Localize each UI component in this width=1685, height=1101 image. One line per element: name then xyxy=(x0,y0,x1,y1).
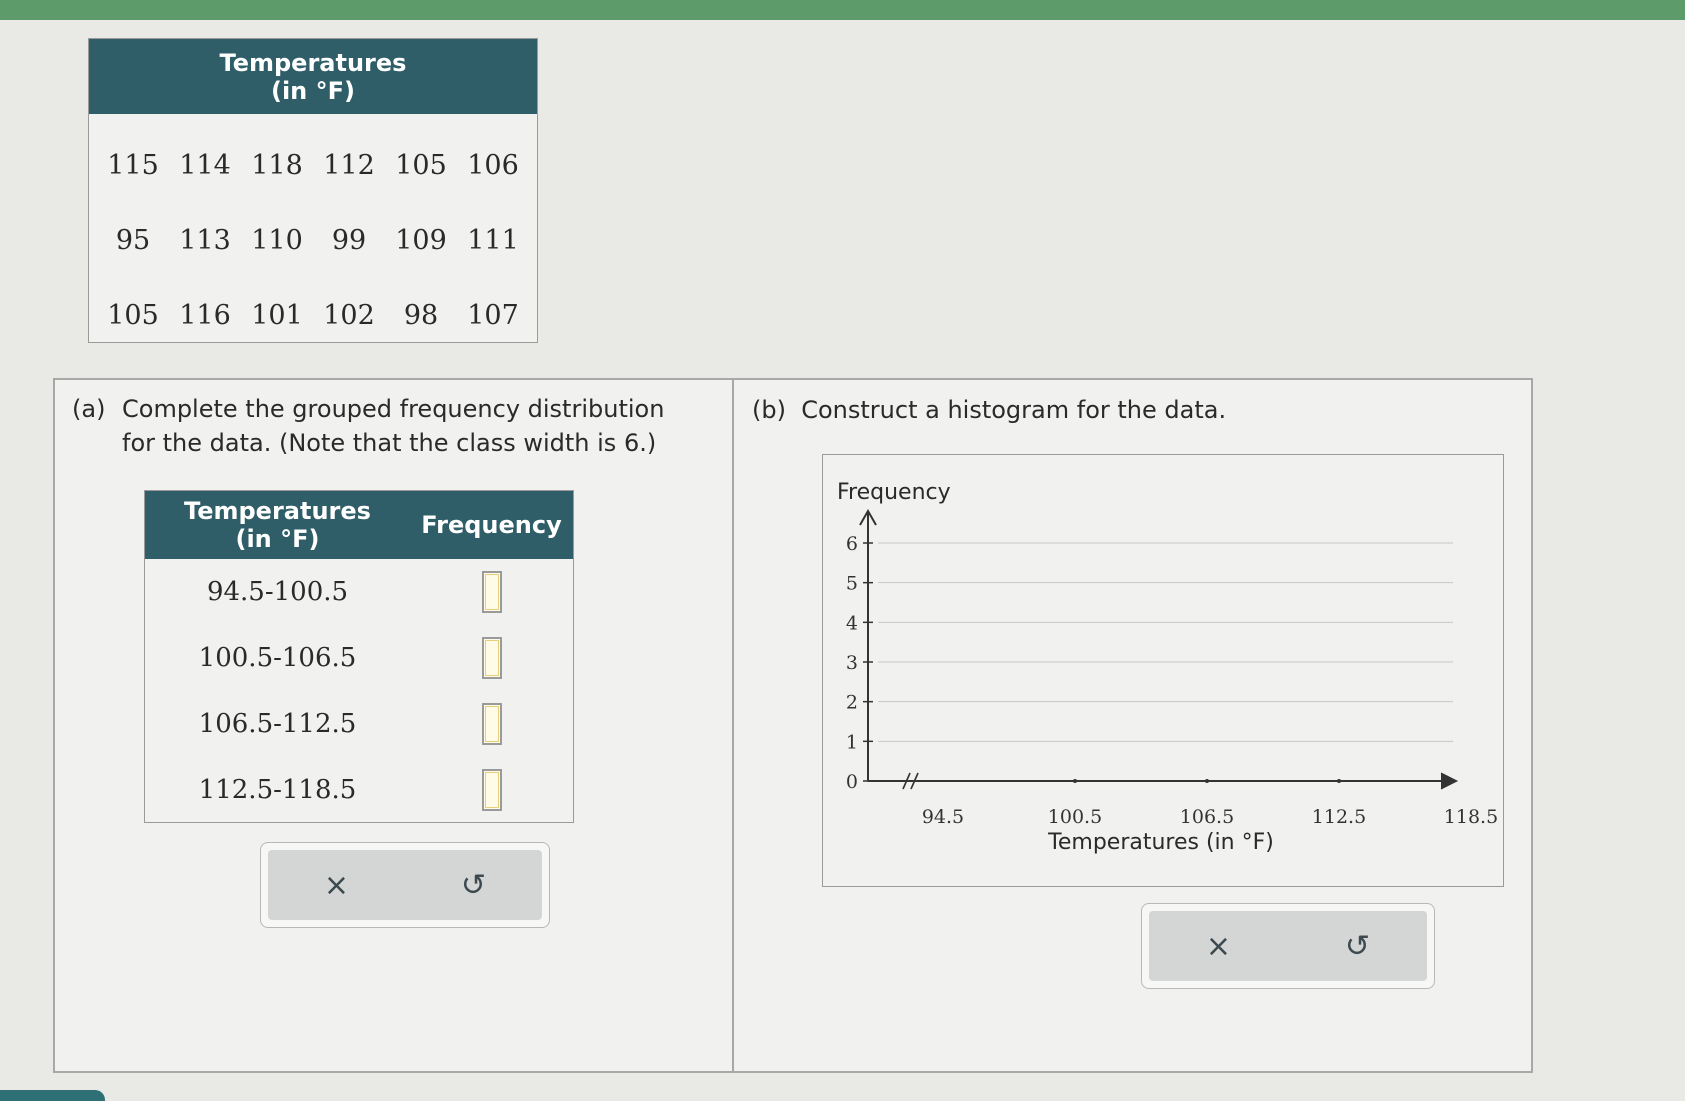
x-tick-dot xyxy=(1073,779,1077,783)
data-cell: 118 xyxy=(251,150,303,181)
x-tick-label: 100.5 xyxy=(1048,806,1102,828)
x-tick-dot xyxy=(1337,779,1341,783)
x-tick-dot xyxy=(1205,779,1209,783)
table-row: 94.5-100.5 xyxy=(145,559,573,625)
part-b-label: (b) xyxy=(752,396,786,424)
clear-button[interactable]: × xyxy=(268,850,405,920)
data-cell: 109 xyxy=(395,225,447,256)
data-cell: 99 xyxy=(331,225,367,256)
part-b-action-bar: × ↺ xyxy=(1141,903,1435,989)
table-row: 100.5-106.5 xyxy=(145,625,573,691)
data-cell: 111 xyxy=(467,225,519,256)
x-tick-label: 118.5 xyxy=(1444,806,1498,828)
data-cell: 101 xyxy=(251,300,303,331)
data-table-grid: 115 114 118 112 105 106 95 113 110 99 109 111 105 116… xyxy=(89,114,537,353)
bottom-tab xyxy=(0,1090,105,1101)
y-tick-label: 1 xyxy=(846,731,858,753)
undo-histogram-button[interactable]: ↺ xyxy=(1288,911,1427,981)
panel-divider xyxy=(732,378,734,1073)
undo-icon: ↺ xyxy=(1344,928,1371,964)
y-tick-label: 0 xyxy=(846,771,858,793)
data-cell: 115 xyxy=(107,150,159,181)
data-cell: 106 xyxy=(467,150,519,181)
x-tick-label: 94.5 xyxy=(922,806,964,828)
x-axis-label: Temperatures (in °F) xyxy=(1047,830,1274,855)
frequency-input[interactable] xyxy=(481,703,502,745)
y-tick-label: 2 xyxy=(846,692,858,714)
y-axis-label: Frequency xyxy=(837,480,951,505)
frequency-table-header: Temperatures (in °F) Frequency xyxy=(145,491,573,559)
data-cell: 110 xyxy=(251,225,303,256)
frequency-input[interactable] xyxy=(481,637,502,679)
close-icon: × xyxy=(323,867,350,903)
class-interval: 100.5-106.5 xyxy=(198,643,357,673)
data-cell: 105 xyxy=(107,300,159,331)
data-cell: 114 xyxy=(179,150,231,181)
data-cell: 105 xyxy=(395,150,447,181)
x-tick-label: 106.5 xyxy=(1180,806,1234,828)
histogram-svg[interactable]: Frequency 0 1 2 3 4 5 6 94.5 100.5 106.5 112.5 118.5… xyxy=(823,455,1505,888)
data-cell: 102 xyxy=(323,300,375,331)
x-tick-label: 112.5 xyxy=(1312,806,1366,828)
frequency-rows: 94.5-100.5 100.5-106.5 106.5-112.5 112.5-11… xyxy=(145,559,573,823)
y-tick-label: 3 xyxy=(846,652,858,674)
data-cell: 112 xyxy=(323,150,375,181)
y-tick-label: 4 xyxy=(846,612,858,634)
frequency-input[interactable] xyxy=(481,571,502,613)
x-axis-arrow xyxy=(1440,772,1459,790)
header-frequency: Frequency xyxy=(421,511,562,539)
close-icon: × xyxy=(1205,928,1232,964)
class-interval: 94.5-100.5 xyxy=(206,577,349,607)
part-a-action-bar: × ↺ xyxy=(260,842,550,928)
top-bar xyxy=(0,0,1685,20)
clear-histogram-button[interactable]: × xyxy=(1149,911,1288,981)
part-b-text: Construct a histogram for the data. xyxy=(801,396,1227,424)
table-row: 112.5-118.5 xyxy=(145,757,573,823)
header-temperatures: Temperatures (in °F) xyxy=(184,497,371,553)
data-cell: 116 xyxy=(179,300,231,331)
temperature-data-table: Temperatures (in °F) 115 114 118 112 105 106 95… xyxy=(88,38,538,343)
data-cell: 95 xyxy=(115,225,151,256)
data-cell: 107 xyxy=(467,300,519,331)
y-tick-label: 6 xyxy=(846,533,858,555)
class-interval: 106.5-112.5 xyxy=(198,709,357,739)
part-a-text: Complete the grouped frequency distribut… xyxy=(122,395,665,457)
histogram-canvas[interactable]: Frequency 0 1 2 3 4 5 6 94.5 100.5 106.5 112.5 118.5… xyxy=(822,454,1504,887)
frequency-table: Temperatures (in °F) Frequency 94.5-100.5… xyxy=(144,490,574,823)
y-tick-label: 5 xyxy=(846,573,858,595)
data-cell: 113 xyxy=(179,225,231,256)
part-b-prompt: (b) Construct a histogram for the data. xyxy=(752,396,1226,424)
data-table-header: Temperatures (in °F) xyxy=(89,39,537,114)
undo-button[interactable]: ↺ xyxy=(405,850,542,920)
class-interval: 112.5-118.5 xyxy=(198,775,357,805)
undo-icon: ↺ xyxy=(460,867,487,903)
part-a-label: (a) xyxy=(72,395,106,423)
frequency-input[interactable] xyxy=(481,769,502,811)
table-row: 106.5-112.5 xyxy=(145,691,573,757)
data-cell: 98 xyxy=(403,300,439,331)
